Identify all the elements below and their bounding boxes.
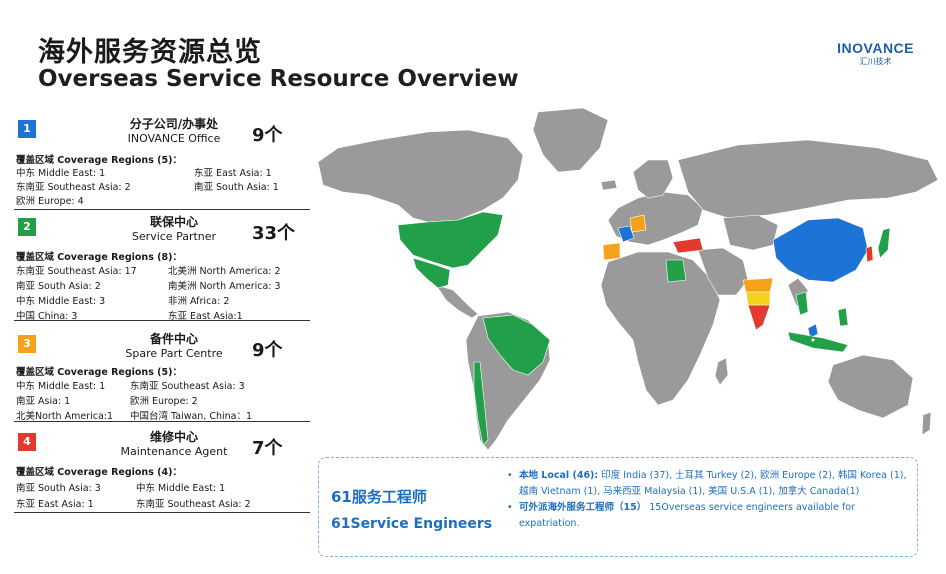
- panel-title-cn: 维修中心: [149, 430, 198, 444]
- region-item: 南亚 South Asia: 2: [16, 281, 101, 292]
- panel-count: 9个: [252, 340, 283, 361]
- map-greenland: [532, 107, 609, 173]
- bullet-expat: 可外派海外服务工程师（15） 15Overseas service engine…: [507, 500, 907, 532]
- engineers-count-en: 61Service Engineers: [331, 516, 493, 532]
- panel-maintenance-agent: 4 维修中心 Maintenance Agent 7个 覆盖区域 Coverag…: [14, 428, 310, 513]
- panel-count: 7个: [252, 438, 283, 459]
- region-item: 南亚 South Asia: 1: [194, 182, 279, 193]
- map-africa: [600, 251, 721, 406]
- region-item: 东南亚 Southeast Asia: 17: [16, 266, 137, 277]
- region-item: 欧洲 Europe: 4: [16, 196, 84, 207]
- engineers-count-cn: 61服务工程师: [331, 488, 427, 506]
- panel-index-3: 3: [18, 335, 36, 353]
- local-label: 本地 Local (46):: [519, 470, 599, 481]
- region-item: 东亚 East Asia: 1: [194, 168, 272, 179]
- panel-title-en: Spare Part Centre: [125, 347, 223, 360]
- map-indonesia: [787, 331, 849, 353]
- panel-title-en: Service Partner: [131, 230, 217, 243]
- coverage-label: 覆盖区域 Coverage Regions (5)：: [16, 155, 182, 166]
- map-china: [772, 217, 869, 283]
- panel-title-cn: 分子公司/办事处: [129, 117, 219, 131]
- region-item: 中东 Middle East: 3: [16, 296, 106, 307]
- map-egypt: [665, 259, 687, 283]
- map-canada: [318, 129, 524, 223]
- region-item: 中国台湾 Taiwan, China：1: [130, 411, 253, 422]
- coverage-label: 覆盖区域 Coverage Regions (5)：: [16, 367, 182, 378]
- region-item: 东亚 East Asia:1: [168, 311, 243, 322]
- panel-title-cn: 备件中心: [149, 332, 198, 346]
- region-item: 欧洲 Europe: 2: [130, 396, 198, 407]
- panel-title: 分子公司/办事处 INOVANCE Office: [114, 115, 234, 145]
- region-item: 东南亚 Southeast Asia: 3: [130, 381, 245, 392]
- panel-title-cn: 联保中心: [149, 215, 198, 229]
- region-item: 北美North America:1: [16, 411, 114, 422]
- region-item: 中东 Middle East: 1: [16, 168, 106, 179]
- map-thailand: [795, 291, 809, 316]
- region-item: 东亚 East Asia: 1: [16, 499, 94, 510]
- map-germany: [629, 214, 647, 233]
- map-india-south: [747, 304, 771, 331]
- coverage-label: 覆盖区域 Coverage Regions (4)：: [16, 467, 182, 478]
- region-item: 东南亚 Southeast Asia: 2: [136, 499, 251, 510]
- panel-spare-part-centre: 3 备件中心 Spare Part Centre 9个 覆盖区域 Coverag…: [14, 330, 310, 422]
- region-item: 中国 China: 3: [16, 311, 78, 322]
- panel-title: 维修中心 Maintenance Agent: [114, 428, 234, 458]
- region-item: 南美洲 North America: 3: [168, 281, 281, 292]
- panel-count: 33个: [252, 223, 296, 244]
- map-spain: [602, 242, 621, 261]
- region-item: 中东 Middle East: 1: [16, 381, 106, 392]
- map-india-stripe-orange: [742, 277, 774, 293]
- engineers-bullets: 本地 Local (46): 印度 India (37), 土耳其 Turkey…: [507, 468, 907, 532]
- map-turkey: [672, 237, 704, 254]
- page-title-cn: 海外服务资源总览: [38, 37, 262, 68]
- region-item: 南亚 Asia: 1: [16, 396, 71, 407]
- region-item: 北美洲 North America: 2: [168, 266, 281, 277]
- logo-subtext: 汇川技术: [859, 57, 892, 66]
- panel-index-1: 1: [18, 120, 36, 138]
- panel-service-partner: 2 联保中心 Service Partner 33个 覆盖区域 Coverage…: [14, 213, 310, 322]
- map-korea: [865, 245, 874, 263]
- map-japan: [877, 227, 891, 259]
- panel-title-en: Maintenance Agent: [120, 445, 228, 458]
- panel-title: 联保中心 Service Partner: [114, 213, 234, 243]
- page-title-en: Overseas Service Resource Overview: [38, 66, 519, 92]
- map-russia: [677, 139, 939, 219]
- expat-label: 可外派海外服务工程师（15）: [519, 502, 647, 513]
- service-engineers-box: 61服务工程师 61Service Engineers 本地 Local (46…: [318, 457, 918, 557]
- panel-title: 备件中心 Spare Part Centre: [114, 330, 234, 360]
- logo-text: INOVANCE: [837, 40, 914, 56]
- region-item: 非洲 Africa: 2: [168, 296, 230, 307]
- panel-inovance-office: 1 分子公司/办事处 INOVANCE Office 9个 覆盖区域 Cover…: [14, 115, 310, 210]
- world-map: [318, 107, 939, 451]
- map-india-stripe-yellow: [745, 291, 771, 306]
- inovance-logo: INOVANCE 汇川技术: [837, 40, 914, 67]
- panel-index-2: 2: [18, 218, 36, 236]
- panel-index-4: 4: [18, 433, 36, 451]
- coverage-label: 覆盖区域 Coverage Regions (8)：: [16, 252, 182, 263]
- map-australia: [827, 354, 914, 419]
- panel-count: 9个: [252, 125, 283, 146]
- region-item: 东南亚 Southeast Asia: 2: [16, 182, 131, 193]
- panel-title-en: INOVANCE Office: [127, 132, 221, 145]
- region-item: 中东 Middle East: 1: [136, 483, 226, 494]
- region-item: 南亚 South Asia: 3: [16, 483, 101, 494]
- bullet-local: 本地 Local (46): 印度 India (37), 土耳其 Turkey…: [507, 468, 907, 500]
